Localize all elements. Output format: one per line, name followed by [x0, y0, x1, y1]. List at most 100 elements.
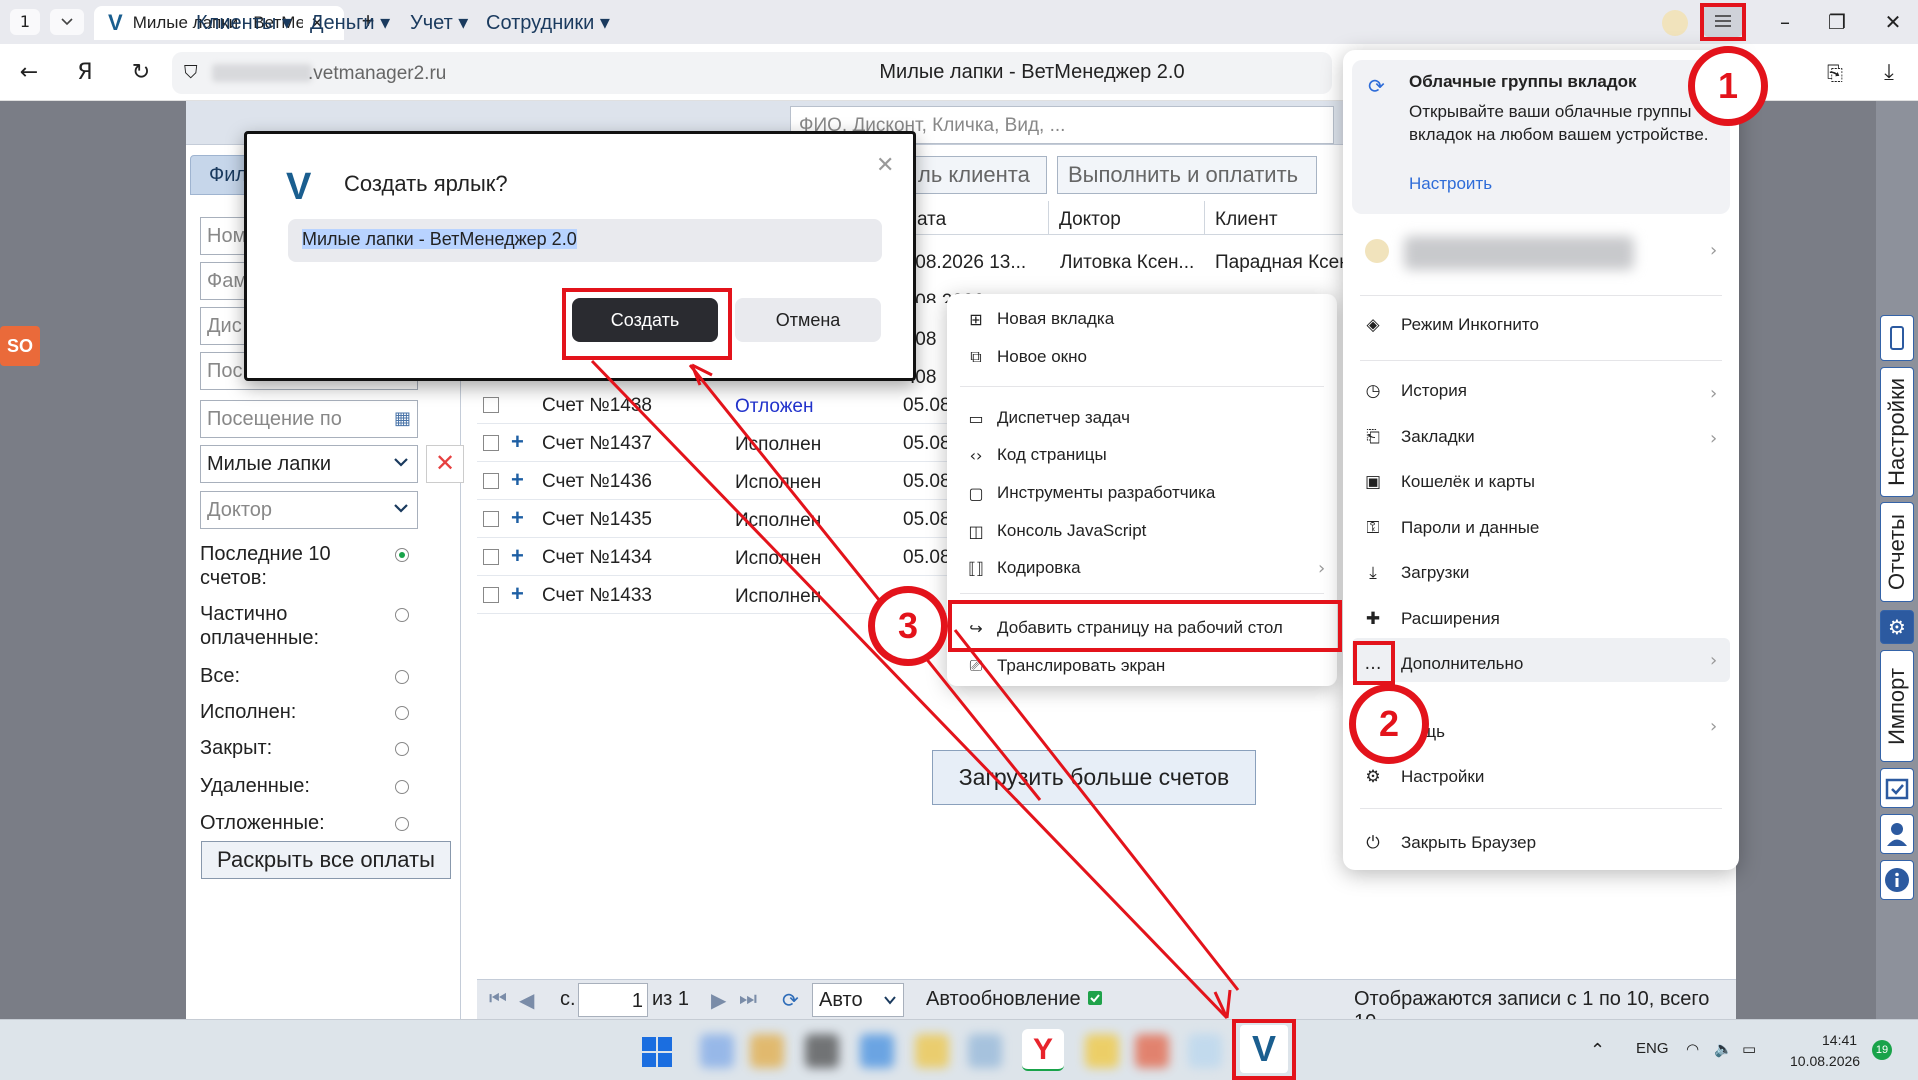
submenu-item[interactable]: ⧉ Новое окно	[965, 347, 1087, 367]
shortcut-name-input[interactable]: Милые лапки - ВетМенеджер 2.0	[288, 219, 882, 262]
main-menu-item[interactable]: … Дополнительно	[1362, 654, 1524, 674]
visit-to-input[interactable]: Посещение по ▦	[200, 400, 418, 438]
close-icon[interactable]: ✕	[876, 153, 894, 178]
main-menu-item[interactable]: ✚ Расширения	[1362, 609, 1500, 629]
blurred-app-icon[interactable]	[700, 1034, 734, 1068]
tab-import[interactable]: Импорт	[1880, 650, 1914, 762]
load-more-invoices-button[interactable]: Загрузить больше счетов	[932, 750, 1256, 805]
main-menu-item[interactable]: ⎗ Закладки	[1362, 427, 1474, 447]
invoice-number[interactable]: Счет №1436	[542, 471, 652, 493]
autorefresh-checkbox[interactable]	[1088, 991, 1102, 1005]
invoice-number[interactable]: Счет №1433	[542, 585, 652, 607]
row-checkbox[interactable]	[483, 397, 499, 413]
submenu-item[interactable]: ↪ Добавить страницу на рабочий стол	[965, 618, 1283, 638]
row-checkbox[interactable]	[483, 549, 499, 565]
expand-row-icon[interactable]: +	[511, 543, 524, 569]
filter-radio[interactable]	[395, 706, 409, 720]
row-checkbox[interactable]	[483, 473, 499, 489]
filter-radio[interactable]	[395, 608, 409, 622]
filter-tab[interactable]: Фил	[190, 155, 250, 195]
calendar-icon[interactable]: ▦	[394, 408, 411, 429]
battery-icon[interactable]: ▭	[1742, 1040, 1756, 1058]
blurred-account-name[interactable]	[1404, 236, 1634, 270]
submenu-item[interactable]: ‹› Код страницы	[965, 445, 1107, 465]
blurred-app-icon[interactable]	[968, 1034, 1002, 1068]
main-menu-item[interactable]: ⤓ Загрузки	[1362, 563, 1469, 583]
invoice-number[interactable]: Счет №1435	[542, 509, 652, 531]
blurred-app-icon[interactable]	[750, 1034, 784, 1068]
cancel-button[interactable]: Отмена	[735, 298, 881, 342]
blurred-app-icon[interactable]	[1188, 1034, 1222, 1068]
main-menu-item[interactable]: ▣ Кошелёк и карты	[1362, 472, 1535, 492]
cloud-setup-link[interactable]: Настроить	[1409, 174, 1492, 194]
header-doctor[interactable]: Доктор	[1059, 209, 1121, 231]
browser-menu-button[interactable]	[1703, 5, 1743, 37]
menu-money[interactable]: Деньги ▾	[310, 10, 390, 35]
yandex-icon[interactable]: Я	[70, 58, 100, 88]
clear-clinic-button[interactable]: ✕	[426, 445, 464, 483]
blurred-app-icon[interactable]	[1135, 1034, 1169, 1068]
language-indicator[interactable]: ENG	[1636, 1040, 1669, 1057]
row-checkbox[interactable]	[483, 587, 499, 603]
main-menu-item[interactable]: ⏻ Закрыть Браузер	[1362, 833, 1536, 853]
reload-icon[interactable]: ↻	[126, 58, 156, 88]
doctor-select[interactable]: Доктор	[200, 491, 418, 529]
expand-all-payments-button[interactable]: Раскрыть все оплаты	[201, 841, 451, 879]
submenu-item[interactable]: ⊞ Новая вкладка	[965, 309, 1114, 329]
blurred-app-icon[interactable]	[915, 1034, 949, 1068]
first-page-icon[interactable]: ⏮	[489, 988, 507, 1011]
client-profile-button[interactable]: ль клиента	[907, 156, 1047, 194]
windows-start-icon[interactable]	[642, 1037, 672, 1067]
mobile-icon[interactable]	[1880, 315, 1914, 361]
main-menu-item[interactable]: ⚿ Пароли и данные	[1362, 518, 1540, 538]
extension-icon[interactable]: SO	[0, 326, 40, 366]
restore-icon[interactable]: ❐	[1817, 8, 1857, 36]
clock-date[interactable]: 10.08.2026	[1790, 1053, 1860, 1069]
minimize-icon[interactable]: –	[1765, 8, 1805, 36]
submenu-item[interactable]: ▭ Диспетчер задач	[965, 408, 1130, 428]
blurred-app-icon[interactable]	[805, 1034, 839, 1068]
notification-badge[interactable]: 19	[1872, 1040, 1892, 1060]
clinic-select[interactable]: Милые лапки	[200, 445, 418, 483]
refresh-icon[interactable]: ⟳	[782, 988, 799, 1012]
filter-radio[interactable]	[395, 670, 409, 684]
menu-clients[interactable]: Клиенты ▾	[196, 10, 292, 35]
downloads-icon[interactable]: ⤓	[1874, 58, 1904, 88]
back-arrow-icon[interactable]: ←	[14, 58, 44, 88]
autorefresh-interval-select[interactable]: Авто	[812, 983, 904, 1017]
calendar-check-icon[interactable]	[1880, 768, 1914, 808]
vetmanager-shortcut-icon[interactable]: V	[1240, 1025, 1288, 1073]
user-icon[interactable]	[1880, 814, 1914, 854]
clock-time[interactable]: 14:41	[1822, 1032, 1857, 1048]
menu-staff[interactable]: Сотрудники ▾	[486, 10, 610, 35]
submenu-item[interactable]: ◫ Консоль JavaScript	[965, 521, 1146, 541]
main-menu-item[interactable]: ⚙ Настройки	[1362, 767, 1484, 787]
row-checkbox[interactable]	[483, 435, 499, 451]
invoice-number[interactable]: Счет №1437	[542, 433, 652, 455]
filter-radio[interactable]	[395, 742, 409, 756]
invoice-number[interactable]: Счет №1434	[542, 547, 652, 569]
tab-count-button[interactable]: 1	[10, 9, 40, 35]
expand-row-icon[interactable]: +	[511, 581, 524, 607]
expand-row-icon[interactable]: +	[511, 467, 524, 493]
tab-reports[interactable]: Отчеты	[1880, 502, 1914, 602]
expand-row-icon[interactable]: +	[511, 505, 524, 531]
profile-avatar-icon[interactable]	[1662, 10, 1688, 36]
volume-icon[interactable]: 🔈	[1714, 1040, 1733, 1058]
submenu-item[interactable]: ⎚ Транслировать экран	[965, 656, 1166, 676]
header-date[interactable]: ата	[917, 209, 946, 231]
filter-radio[interactable]	[395, 817, 409, 831]
invoice-number[interactable]: Счет №1438	[542, 395, 652, 417]
main-menu-item[interactable]: ◷ История	[1362, 381, 1467, 401]
main-menu-item[interactable]: ◈ Режим Инкогнито	[1362, 315, 1539, 335]
gear-icon[interactable]: ⚙	[1880, 610, 1914, 644]
blurred-app-icon[interactable]	[1085, 1034, 1119, 1068]
close-window-icon[interactable]: ✕	[1873, 8, 1913, 36]
expand-row-icon[interactable]: +	[511, 429, 524, 455]
page-number-input[interactable]: 1	[578, 983, 648, 1017]
last-page-icon[interactable]: ⏭	[739, 988, 757, 1011]
url-field[interactable]: ⛉ .vetmanager2.ru Милые лапки - ВетМенед…	[172, 52, 1332, 94]
submenu-item[interactable]: ▢ Инструменты разработчика	[965, 483, 1215, 503]
filter-radio[interactable]	[395, 780, 409, 794]
tab-list-dropdown[interactable]	[50, 9, 84, 35]
